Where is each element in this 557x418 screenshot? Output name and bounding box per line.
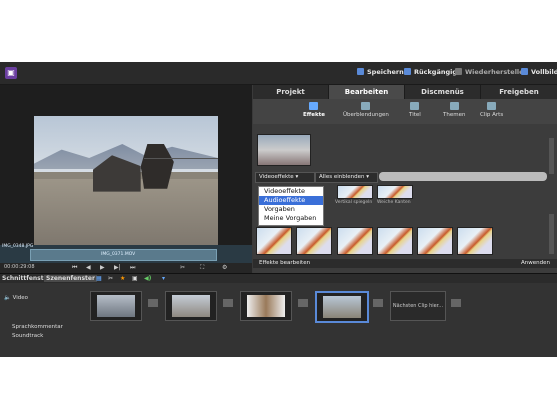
- transition-slot[interactable]: [451, 299, 461, 307]
- fullscreen-button[interactable]: Vollbild: [521, 68, 557, 76]
- volume-icon[interactable]: ◀): [144, 275, 151, 282]
- step-back-icon[interactable]: ◀: [86, 264, 91, 271]
- timeline-clip[interactable]: [240, 291, 292, 321]
- timeline-tool-icon[interactable]: ▣: [132, 275, 138, 282]
- edit-subtabs: Effekte Überblendungen Titel Themen Clip…: [253, 99, 557, 124]
- app-window: ▣ Speichern Rückgängig Wiederherstellen …: [0, 62, 557, 357]
- top-toolbar: ▣ Speichern Rückgängig Wiederherstellen …: [0, 62, 557, 85]
- effect-thumbnail[interactable]: [417, 227, 453, 255]
- subtab-ueberblendungen[interactable]: Überblendungen: [343, 102, 389, 118]
- effect-label: Vertikal spiegeln: [335, 200, 373, 205]
- transition-slot[interactable]: [148, 299, 158, 307]
- tab-projekt[interactable]: Projekt: [253, 85, 329, 99]
- subtab-clip-arts[interactable]: Clip Arts: [480, 102, 503, 118]
- scrubber[interactable]: IMG_0348.JPG IMG_0371.MOV: [0, 244, 252, 263]
- effects-toolbar: Videoeffekte ▾ Alles einblenden ▾: [253, 172, 553, 183]
- timeline: 🔈 Video Sprachkommentar Soundtrack Nächs…: [0, 283, 557, 357]
- timeline-clip-selected[interactable]: [315, 291, 369, 323]
- edit-effects-button[interactable]: Effekte bearbeiten: [259, 260, 310, 266]
- split-icon[interactable]: ✂: [180, 264, 185, 271]
- subtab-themen[interactable]: Themen: [443, 102, 465, 118]
- transition-slot[interactable]: [373, 299, 383, 307]
- transition-slot[interactable]: [298, 299, 308, 307]
- effect-thumbnail[interactable]: [337, 185, 373, 199]
- effects-action-bar: Effekte bearbeiten Anwenden: [253, 259, 557, 268]
- app-logo-icon: ▣: [5, 67, 17, 79]
- filter-dropdown[interactable]: Alles einblenden ▾: [315, 172, 378, 183]
- scrub-bar[interactable]: IMG_0371.MOV: [30, 249, 217, 261]
- effect-thumbnail[interactable]: [256, 227, 292, 255]
- redo-icon: [455, 68, 462, 75]
- timeline-tool-icon[interactable]: ★: [120, 275, 125, 282]
- fullscreen-preview-icon[interactable]: ⛶: [200, 264, 204, 272]
- search-input[interactable]: [379, 172, 547, 181]
- menu-item-audioeffekte[interactable]: Audioeffekte: [259, 196, 323, 205]
- play-icon[interactable]: ▶: [100, 264, 105, 271]
- step-forward-icon[interactable]: ▶|: [114, 264, 121, 271]
- track-video: 🔈 Video: [4, 295, 29, 301]
- tab-bearbeiten[interactable]: Bearbeiten: [329, 85, 405, 99]
- clip-label: IMG_0371.MOV: [101, 252, 136, 257]
- selected-clip-thumbnail: [257, 134, 311, 166]
- tab-discmenues[interactable]: Discmenüs: [405, 85, 481, 99]
- category-menu: Videoeffekte Audioeffekte Vorgaben Meine…: [258, 186, 324, 226]
- redo-button[interactable]: Wiederherstellen: [455, 68, 528, 76]
- effect-thumbnail[interactable]: [377, 227, 413, 255]
- scrollbar[interactable]: [549, 214, 554, 254]
- panel-tabs: Projekt Bearbeiten Discmenüs Freigeben: [253, 85, 557, 99]
- rewind-icon[interactable]: ⏮: [72, 264, 77, 272]
- timeline-clip[interactable]: [90, 291, 142, 321]
- menu-item-videoeffekte[interactable]: Videoeffekte: [259, 187, 323, 196]
- effect-thumbnail[interactable]: [457, 227, 493, 255]
- timeline-clip[interactable]: [165, 291, 217, 321]
- subtab-effekte[interactable]: Effekte: [303, 102, 325, 118]
- preview-image: [34, 116, 218, 256]
- settings-icon[interactable]: ⚙: [222, 264, 227, 271]
- menu-item-meine-vorgaben[interactable]: Meine Vorgaben: [259, 214, 323, 223]
- subtab-titel[interactable]: Titel: [409, 102, 421, 118]
- timeline-tool-icon[interactable]: ▦: [96, 275, 102, 282]
- save-button[interactable]: Speichern: [357, 68, 404, 76]
- menu-item-vorgaben[interactable]: Vorgaben: [259, 205, 323, 214]
- fast-forward-icon[interactable]: ⏭: [130, 264, 135, 272]
- tab-freigeben[interactable]: Freigeben: [481, 85, 557, 99]
- track-voice: Sprachkommentar: [12, 324, 63, 330]
- tab-szenenfenster[interactable]: Szenenfenster: [44, 275, 97, 282]
- fullscreen-icon: [521, 68, 528, 75]
- track-soundtrack: Soundtrack: [12, 333, 44, 339]
- preview-monitor: [0, 85, 252, 265]
- timecode: 00:00:29:08: [4, 264, 35, 270]
- clip-start-label: IMG_0348.JPG: [2, 244, 34, 249]
- themes-icon: [449, 102, 459, 110]
- scrollbar[interactable]: [549, 138, 554, 174]
- save-icon: [357, 68, 364, 75]
- effect-label: Weiche Kanten: [377, 200, 411, 205]
- undo-icon: [404, 68, 411, 75]
- effects-icon: [309, 102, 319, 110]
- timeline-tool-icon[interactable]: ✂: [108, 275, 113, 282]
- effect-thumbnail[interactable]: [377, 185, 413, 199]
- clipart-icon: [487, 102, 497, 110]
- effect-thumbnail[interactable]: [337, 227, 373, 255]
- next-clip-placeholder[interactable]: Nächsten Clip hier...: [390, 291, 446, 321]
- undo-button[interactable]: Rückgängig: [404, 68, 457, 76]
- dropdown-icon[interactable]: ▾: [162, 275, 165, 282]
- category-dropdown[interactable]: Videoeffekte ▾: [255, 172, 315, 183]
- effect-thumbnail[interactable]: [296, 227, 332, 255]
- title-icon: [410, 102, 420, 110]
- transition-slot[interactable]: [223, 299, 233, 307]
- apply-button[interactable]: Anwenden: [521, 260, 550, 266]
- transitions-icon: [361, 102, 371, 110]
